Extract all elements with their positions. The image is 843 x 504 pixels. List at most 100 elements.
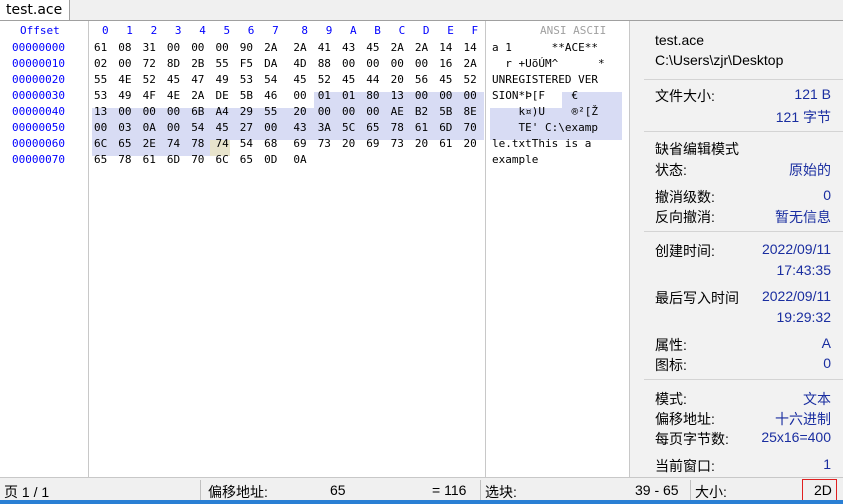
hex-byte[interactable]: 6D bbox=[167, 153, 180, 166]
hex-byte[interactable]: 45 bbox=[342, 73, 355, 86]
hex-byte[interactable]: 5B bbox=[439, 105, 452, 118]
hex-byte[interactable]: 55 bbox=[216, 57, 229, 70]
hex-byte[interactable]: 52 bbox=[143, 73, 156, 86]
hex-byte[interactable]: 53 bbox=[94, 89, 107, 102]
hex-byte[interactable]: 00 bbox=[167, 105, 180, 118]
hex-byte[interactable]: 61 bbox=[415, 121, 428, 134]
hex-byte[interactable]: 00 bbox=[143, 105, 156, 118]
hex-byte[interactable]: 2E bbox=[143, 137, 156, 150]
hex-byte[interactable]: 70 bbox=[464, 121, 477, 134]
hex-byte[interactable]: 00 bbox=[366, 57, 379, 70]
hex-byte[interactable]: 65 bbox=[94, 153, 107, 166]
hex-byte[interactable]: 78 bbox=[118, 153, 131, 166]
hex-byte[interactable]: 45 bbox=[366, 41, 379, 54]
hex-byte[interactable]: 00 bbox=[264, 121, 277, 134]
hex-byte[interactable]: 78 bbox=[391, 121, 404, 134]
hex-byte[interactable]: 6C bbox=[216, 153, 229, 166]
hex-byte[interactable]: 00 bbox=[293, 89, 306, 102]
hex-byte[interactable]: 69 bbox=[366, 137, 379, 150]
hex-byte[interactable]: 00 bbox=[342, 57, 355, 70]
hex-byte[interactable]: 14 bbox=[439, 41, 452, 54]
ascii-text[interactable]: UNREGISTERED VER bbox=[492, 73, 598, 86]
hex-byte[interactable]: 49 bbox=[216, 73, 229, 86]
hex-byte[interactable]: 31 bbox=[143, 41, 156, 54]
hex-byte[interactable]: 00 bbox=[167, 41, 180, 54]
hex-byte[interactable]: 4D bbox=[293, 57, 306, 70]
hex-byte[interactable]: 20 bbox=[293, 105, 306, 118]
hex-byte[interactable]: 46 bbox=[264, 89, 277, 102]
hex-byte[interactable]: 00 bbox=[366, 105, 379, 118]
hex-byte[interactable]: 73 bbox=[318, 137, 331, 150]
hex-byte[interactable]: 43 bbox=[293, 121, 306, 134]
hex-byte[interactable]: 72 bbox=[143, 57, 156, 70]
hex-byte[interactable]: 54 bbox=[240, 137, 253, 150]
hex-byte[interactable]: 4E bbox=[118, 73, 131, 86]
hex-byte[interactable]: 0A bbox=[293, 153, 306, 166]
hex-byte[interactable]: 8D bbox=[167, 57, 180, 70]
hex-byte[interactable]: 54 bbox=[191, 121, 204, 134]
hex-byte[interactable]: 4F bbox=[143, 89, 156, 102]
hex-byte[interactable]: 52 bbox=[464, 73, 477, 86]
hex-byte[interactable]: 00 bbox=[439, 89, 452, 102]
hex-byte[interactable]: 41 bbox=[318, 41, 331, 54]
hex-byte[interactable]: A4 bbox=[216, 105, 229, 118]
hex-byte[interactable]: 45 bbox=[216, 121, 229, 134]
hex-byte[interactable]: 16 bbox=[439, 57, 452, 70]
hex-byte[interactable]: 13 bbox=[391, 89, 404, 102]
hex-byte[interactable]: 5B bbox=[240, 89, 253, 102]
hex-byte[interactable]: 65 bbox=[366, 121, 379, 134]
hex-byte[interactable]: 20 bbox=[391, 73, 404, 86]
hex-byte[interactable]: DE bbox=[216, 89, 229, 102]
hex-byte[interactable]: B2 bbox=[415, 105, 428, 118]
hex-byte[interactable]: 00 bbox=[191, 41, 204, 54]
hex-byte[interactable]: 52 bbox=[318, 73, 331, 86]
hex-byte[interactable]: 53 bbox=[240, 73, 253, 86]
hex-byte[interactable]: 80 bbox=[366, 89, 379, 102]
hex-byte[interactable]: 00 bbox=[216, 41, 229, 54]
hex-byte[interactable]: 68 bbox=[264, 137, 277, 150]
hex-byte[interactable]: 2A bbox=[264, 41, 277, 54]
hex-byte[interactable]: 01 bbox=[318, 89, 331, 102]
hex-byte[interactable]: 6D bbox=[439, 121, 452, 134]
hex-byte[interactable]: 00 bbox=[415, 89, 428, 102]
tab-test-ace[interactable]: test.ace bbox=[0, 0, 70, 20]
hex-byte[interactable]: 74 bbox=[167, 137, 180, 150]
hex-byte[interactable]: 6B bbox=[191, 105, 204, 118]
hex-byte[interactable]: 49 bbox=[118, 89, 131, 102]
hex-byte[interactable]: 70 bbox=[191, 153, 204, 166]
hex-byte[interactable]: 88 bbox=[318, 57, 331, 70]
hex-byte[interactable]: 00 bbox=[118, 105, 131, 118]
hex-byte[interactable]: 56 bbox=[415, 73, 428, 86]
hex-byte[interactable]: 00 bbox=[118, 57, 131, 70]
hex-byte[interactable]: F5 bbox=[240, 57, 253, 70]
ascii-text[interactable]: example bbox=[492, 153, 538, 166]
hex-byte[interactable]: 44 bbox=[366, 73, 379, 86]
hex-byte[interactable]: 74 bbox=[216, 137, 229, 150]
hex-byte[interactable]: 3A bbox=[318, 121, 331, 134]
hex-byte[interactable]: 00 bbox=[464, 89, 477, 102]
hex-byte[interactable]: 20 bbox=[342, 137, 355, 150]
hex-byte[interactable]: 90 bbox=[240, 41, 253, 54]
hex-byte[interactable]: 00 bbox=[94, 121, 107, 134]
hex-byte[interactable]: 2B bbox=[191, 57, 204, 70]
hex-byte[interactable]: 08 bbox=[118, 41, 131, 54]
hex-byte[interactable]: 65 bbox=[118, 137, 131, 150]
hex-byte[interactable]: DA bbox=[264, 57, 277, 70]
hex-byte[interactable]: 55 bbox=[264, 105, 277, 118]
ascii-text[interactable]: TE' C:\examp bbox=[492, 121, 597, 134]
hex-byte[interactable]: 20 bbox=[415, 137, 428, 150]
hex-byte[interactable]: 2A bbox=[415, 41, 428, 54]
hex-byte[interactable]: 0D bbox=[264, 153, 277, 166]
hex-byte[interactable]: 47 bbox=[191, 73, 204, 86]
hex-byte[interactable]: 8E bbox=[464, 105, 477, 118]
hex-byte[interactable]: 5C bbox=[342, 121, 355, 134]
hex-byte[interactable]: 29 bbox=[240, 105, 253, 118]
ascii-text[interactable]: k¤)U ®²[Ž bbox=[492, 105, 597, 118]
ascii-text[interactable]: le.txtThis is a bbox=[492, 137, 598, 150]
ascii-text[interactable]: r +UõÚM^ * bbox=[492, 57, 604, 70]
ascii-text[interactable]: SION*Þ[F € bbox=[492, 89, 578, 102]
hex-byte[interactable]: 02 bbox=[94, 57, 107, 70]
hex-byte[interactable]: 00 bbox=[415, 57, 428, 70]
hex-editor[interactable]: Offset 0123456789ABCDEF ANSI ASCII 00000… bbox=[0, 21, 628, 477]
hex-byte[interactable]: 20 bbox=[464, 137, 477, 150]
